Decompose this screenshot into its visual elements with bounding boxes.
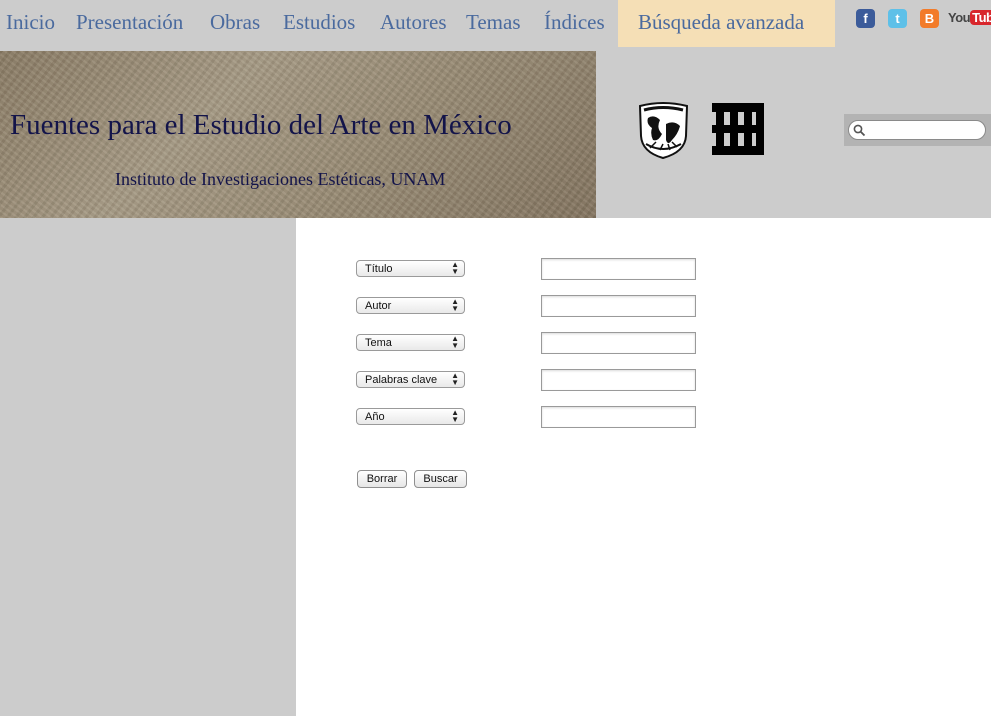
blogger-icon[interactable]: B [920,9,939,28]
youtube-icon[interactable]: YouTube [948,10,991,27]
select-arrows-icon: ▲ ▼ [451,408,459,424]
site-search [844,114,991,146]
field-select-3-value: Tema [365,337,392,349]
nav-busqueda-avanzada[interactable]: Búsqueda avanzada [618,0,835,47]
nav-autores[interactable]: Autores [380,10,447,35]
unam-logo-icon [638,102,689,160]
select-arrows-icon: ▲ ▼ [451,334,459,350]
field-select-2-value: Autor [365,300,392,312]
search-input[interactable] [848,120,986,140]
nav-indices[interactable]: Índices [544,10,605,35]
blogger-glyph: B [924,11,935,26]
select-arrows-icon: ▲ ▼ [451,297,459,313]
site-subtitle: Instituto de Investigaciones Estéticas, … [115,169,446,189]
search-icon [853,124,866,137]
field-select-3[interactable]: Tema ▲ ▼ [356,334,465,351]
youtube-you-text: You [948,10,971,25]
youtube-tube-text: Tube [970,10,991,25]
nav-temas[interactable]: Temas [466,10,521,35]
field-select-5[interactable]: Año ▲ ▼ [356,408,465,425]
nav-inicio[interactable]: Inicio [6,10,55,35]
search-term-input-3[interactable] [541,332,696,354]
iie-logo-icon [712,103,764,155]
clear-button[interactable]: Borrar [357,470,407,488]
site-title: Fuentes para el Estudio del Arte en Méxi… [10,109,512,141]
field-select-4[interactable]: Palabras clave ▲ ▼ [356,371,465,388]
field-select-1[interactable]: Título ▲ ▼ [356,260,465,277]
twitter-glyph: t [895,11,900,26]
select-arrows-icon: ▲ ▼ [451,371,459,387]
nav-presentacion[interactable]: Presentación [76,10,183,35]
search-term-input-2[interactable] [541,295,696,317]
search-term-input-1[interactable] [541,258,696,280]
twitter-icon[interactable]: t [888,9,907,28]
top-navigation: Inicio Presentación Obras Estudios Autor… [0,0,991,47]
field-select-2[interactable]: Autor ▲ ▼ [356,297,465,314]
facebook-icon[interactable]: f [856,9,875,28]
facebook-glyph: f [863,11,868,26]
field-select-1-value: Título [365,263,393,275]
search-term-input-5[interactable] [541,406,696,428]
field-select-5-value: Año [365,411,385,423]
search-term-input-4[interactable] [541,369,696,391]
nav-busqueda-avanzada-label: Búsqueda avanzada [638,10,805,34]
search-button[interactable]: Buscar [414,470,467,488]
header-banner: Fuentes para el Estudio del Arte en Méxi… [0,51,596,218]
field-select-4-value: Palabras clave [365,374,438,386]
advanced-search-panel: Título ▲ ▼ Autor ▲ ▼ Tema ▲ ▼ Palabras clav… [296,218,991,716]
nav-obras[interactable]: Obras [210,10,260,35]
nav-estudios[interactable]: Estudios [283,10,355,35]
select-arrows-icon: ▲ ▼ [451,260,459,276]
